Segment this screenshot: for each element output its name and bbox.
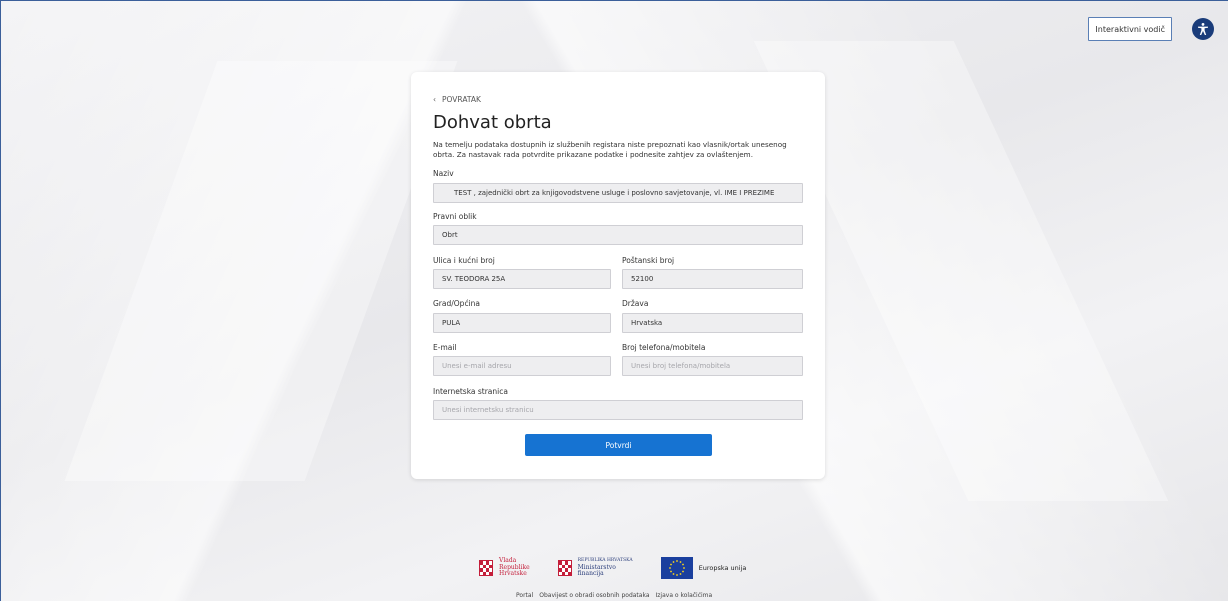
footer-logos: Vlada Republike Hrvatske REPUBLIKA HRVAT… [479, 557, 746, 579]
vlada-logo[interactable]: Vlada Republike Hrvatske [479, 558, 530, 578]
accessibility-icon[interactable] [1192, 18, 1214, 40]
chevron-left-icon: ‹ [433, 95, 436, 104]
web-label: Internetska stranica [433, 387, 508, 396]
form-description: Na temelju podataka dostupnih iz služben… [433, 140, 787, 159]
eu-flag-icon [660, 557, 693, 579]
ulica-field[interactable]: SV. TEODORA 25A [433, 269, 611, 289]
grad-label: Grad/Općina [433, 299, 480, 308]
footer-link-cookies[interactable]: Izjava o kolačićima [656, 592, 713, 599]
form-card: ‹ POVRATAK Dohvat obrta Na temelju podat… [411, 72, 825, 479]
ministarstvo-logo-text: REPUBLIKA HRVATSKA Ministarstvo financij… [577, 558, 633, 578]
top-right-toolbar: Interaktivni vodič [1088, 17, 1214, 41]
back-link[interactable]: ‹ POVRATAK [433, 95, 481, 104]
croatian-crest-icon [557, 560, 572, 576]
telefon-label: Broj telefona/mobitela [622, 343, 706, 352]
interactive-guide-button[interactable]: Interaktivni vodič [1088, 17, 1172, 41]
ulica-label: Ulica i kućni broj [433, 256, 495, 265]
postanski-broj-field[interactable]: 52100 [622, 269, 803, 289]
postanski-broj-label: Poštanski broj [622, 256, 675, 265]
footer-link-portal[interactable]: Portal [516, 592, 533, 599]
grad-field[interactable]: PULA [433, 313, 611, 333]
drzava-field[interactable]: Hrvatska [622, 313, 803, 333]
ministarstvo-logo[interactable]: REPUBLIKA HRVATSKA Ministarstvo financij… [557, 558, 633, 578]
pravni-oblik-field[interactable]: Obrt [433, 225, 803, 245]
naziv-field[interactable]: TEST , zajednički obrt za knjigovodstven… [433, 183, 803, 203]
background-shape [64, 61, 458, 481]
naziv-label: Naziv [433, 169, 454, 178]
email-field[interactable]: Unesi e-mail adresu [433, 356, 611, 376]
accessibility-figure-icon [1198, 23, 1208, 35]
footer-links: Portal Obavijest o obradi osobnih podata… [516, 592, 712, 599]
email-label: E-mail [433, 343, 457, 352]
page-title: Dohvat obrta [433, 112, 552, 133]
telefon-field[interactable]: Unesi broj telefona/mobitela [622, 356, 803, 376]
pravni-oblik-label: Pravni oblik [433, 212, 477, 221]
submit-button[interactable]: Potvrdi [525, 434, 712, 456]
drzava-label: Država [622, 299, 649, 308]
web-field[interactable]: Unesi internetsku stranicu [433, 400, 803, 420]
eu-logo[interactable]: Europska unija [660, 557, 747, 579]
eu-logo-text: Europska unija [698, 564, 747, 572]
vlada-logo-text: Vlada Republike Hrvatske [499, 557, 530, 578]
croatian-crest-icon [479, 560, 493, 576]
back-label: POVRATAK [442, 95, 481, 104]
footer-link-privacy[interactable]: Obavijest o obradi osobnih podataka [539, 592, 649, 599]
